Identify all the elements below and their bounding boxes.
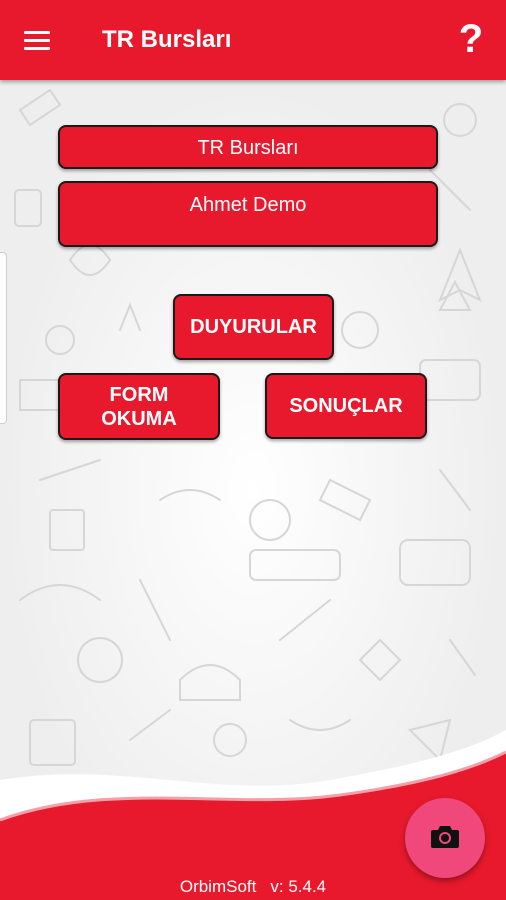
question-mark-icon[interactable]: ? bbox=[454, 16, 488, 62]
side-drawer-handle[interactable] bbox=[0, 252, 7, 424]
sonuclar-button[interactable]: SONUÇLAR bbox=[265, 373, 427, 439]
footer: OrbimSoft v: 5.4.4 bbox=[0, 876, 506, 898]
form-okuma-button[interactable]: FORM OKUMA bbox=[58, 373, 220, 440]
app-version: v: 5.4.4 bbox=[270, 877, 327, 896]
app-title: TR Bursları bbox=[102, 26, 232, 53]
duyurular-label: DUYURULAR bbox=[190, 315, 317, 338]
sonuclar-label: SONUÇLAR bbox=[289, 394, 403, 417]
duyurular-button[interactable]: DUYURULAR bbox=[173, 294, 334, 360]
user-name-box: Ahmet Demo bbox=[58, 181, 438, 247]
camera-icon bbox=[431, 826, 459, 848]
hamburger-menu-icon[interactable] bbox=[18, 22, 58, 58]
app-bar: TR Bursları ? bbox=[0, 0, 506, 80]
company-name: OrbimSoft bbox=[179, 877, 257, 896]
camera-fab-button[interactable] bbox=[405, 798, 485, 878]
form-okuma-label-line2: OKUMA bbox=[101, 407, 177, 430]
form-okuma-label-line1: FORM bbox=[109, 383, 169, 406]
program-title-box: TR Bursları bbox=[58, 125, 438, 169]
